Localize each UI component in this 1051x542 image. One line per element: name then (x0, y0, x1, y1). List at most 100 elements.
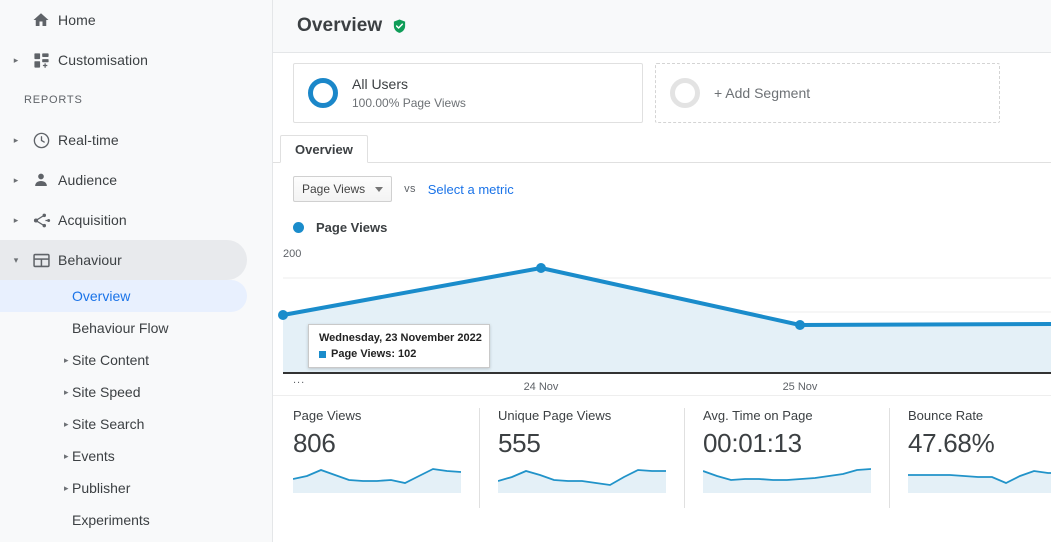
sidebar-item-behaviour-overview[interactable]: Overview (0, 280, 247, 312)
metric-card-title: Avg. Time on Page (703, 408, 813, 423)
primary-metric-value: Page Views (302, 182, 366, 196)
select-a-metric-link[interactable]: Select a metric (428, 182, 514, 197)
customisation-icon (24, 52, 58, 69)
sparkline-page-views (293, 468, 461, 493)
sidebar-item-customisation[interactable]: ▸ Customisation (0, 40, 247, 80)
segment-ring-icon (308, 78, 338, 108)
segment-subtitle: 100.00% Page Views (352, 95, 466, 110)
metric-selector-row: Page Views vs Select a metric (273, 176, 1051, 202)
sidebar-subitem-label: Events (72, 448, 115, 464)
chart-canvas[interactable]: 200 100 24 Nov 25 Nov (273, 244, 1051, 396)
sidebar-item-label: Audience (58, 172, 118, 188)
tab-strip: Overview (273, 134, 1051, 163)
sparkline-avg-time-on-page (703, 468, 871, 493)
legend-label: Page Views (316, 219, 388, 235)
metric-card-title: Page Views (293, 408, 362, 423)
clock-icon (24, 131, 58, 150)
metric-card-title: Unique Page Views (498, 408, 612, 423)
y-tick-200: 200 (283, 248, 301, 260)
sidebar-item-site-speed[interactable]: ▸ Site Speed (0, 376, 247, 408)
chevron-right-icon[interactable]: ▸ (64, 483, 69, 493)
chevron-right-icon[interactable]: ▸ (64, 387, 69, 397)
sidebar-section-reports: REPORTS (24, 94, 83, 106)
main-content: Overview All Users 100.00% Page Views + … (273, 0, 1051, 542)
sparkline-unique-page-views (498, 469, 666, 493)
sidebar-item-experiments[interactable]: Experiments (0, 504, 247, 536)
metric-card-title: Bounce Rate (908, 408, 984, 423)
analytics-app: ▸ Home ▸ Customisation REPORTS (0, 0, 1051, 542)
chart-point[interactable] (278, 310, 288, 320)
chevron-down-icon[interactable]: ▾ (8, 255, 24, 265)
sidebar-subitem-label: Overview (72, 288, 131, 304)
behaviour-icon (24, 251, 58, 270)
tooltip-series-value: Page Views: 102 (331, 348, 417, 360)
metric-card-value: 47.68% (908, 428, 995, 458)
segment-text: All Users 100.00% Page Views (352, 76, 466, 111)
sidebar-item-behaviour[interactable]: ▾ Behaviour (0, 240, 247, 280)
metric-card-value: 00:01:13 (703, 428, 802, 458)
main-chart[interactable]: 200 100 24 Nov 25 Nov ... Wednesday, 23 … (273, 244, 1051, 396)
chevron-down-icon (375, 186, 384, 192)
chart-point[interactable] (795, 320, 805, 330)
chevron-right-icon[interactable]: ▸ (64, 355, 69, 365)
tooltip-date: Wednesday, 23 November 2022 (319, 332, 482, 344)
x-tick-25-nov: 25 Nov (783, 381, 818, 393)
person-icon (24, 171, 58, 189)
metric-cards-row: Page Views 806 Unique Page Views 555 Avg… (273, 408, 1051, 508)
metric-card-page-views[interactable]: Page Views 806 (293, 408, 479, 508)
tab-label: Overview (295, 141, 353, 157)
sidebar-item-acquisition[interactable]: ▸ Acquisition (0, 200, 247, 240)
sidebar-item-real-time[interactable]: ▸ Real-time (0, 120, 247, 160)
chevron-right-icon[interactable]: ▸ (8, 175, 24, 185)
sidebar-item-site-search[interactable]: ▸ Site Search (0, 408, 247, 440)
sidebar-item-label: Real-time (58, 132, 119, 148)
sidebar-subitem-label: Publisher (72, 480, 131, 496)
primary-metric-dropdown[interactable]: Page Views (293, 176, 393, 202)
sidebar-item-home[interactable]: ▸ Home (0, 0, 247, 40)
x-tick-24-nov: 24 Nov (524, 381, 559, 393)
chevron-right-icon[interactable]: ▸ (8, 135, 24, 145)
sidebar-item-publisher[interactable]: ▸ Publisher (0, 472, 247, 504)
metric-card-value: 806 (293, 428, 336, 458)
sidebar-item-behaviour-flow[interactable]: Behaviour Flow (0, 312, 247, 344)
metric-card-value: 555 (498, 428, 541, 458)
metric-card-bounce-rate[interactable]: Bounce Rate 47.68% (889, 408, 1051, 508)
segment-ring-placeholder-icon (670, 78, 700, 108)
add-segment-button[interactable]: + Add Segment (655, 63, 1000, 123)
sidebar-item-audience[interactable]: ▸ Audience (0, 160, 247, 200)
sidebar-item-events[interactable]: ▸ Events (0, 440, 247, 472)
metric-card-unique-page-views[interactable]: Unique Page Views 555 (479, 408, 684, 508)
sidebar-subitem-label: Behaviour Flow (72, 320, 169, 336)
x-axis-truncated-label: ... (293, 374, 306, 386)
home-icon (24, 11, 58, 29)
page-header: Overview (273, 0, 1051, 53)
tab-overview[interactable]: Overview (280, 135, 368, 163)
vs-label: vs (404, 183, 416, 195)
chevron-right-icon[interactable]: ▸ (64, 451, 69, 461)
chart-point[interactable] (536, 263, 546, 273)
segment-all-users[interactable]: All Users 100.00% Page Views (293, 63, 643, 123)
chart-legend: Page Views (273, 218, 1051, 236)
sidebar-subitem-label: Experiments (72, 512, 150, 528)
tooltip-series-row: Page Views: 102 (319, 348, 479, 360)
chevron-right-icon[interactable]: ▸ (8, 55, 24, 65)
sidebar-item-label: Acquisition (58, 212, 127, 228)
sidebar-item-label: Home (58, 12, 96, 28)
sidebar-item-site-content[interactable]: ▸ Site Content (0, 344, 247, 376)
chevron-right-icon[interactable]: ▸ (8, 215, 24, 225)
chevron-right-icon[interactable]: ▸ (64, 419, 69, 429)
metric-card-avg-time-on-page[interactable]: Avg. Time on Page 00:01:13 (684, 408, 889, 508)
series-dot-icon (293, 221, 304, 233)
sidebar-item-label: Customisation (58, 52, 149, 68)
sparkline-bounce-rate (908, 470, 1051, 493)
series-swatch-icon (319, 350, 326, 358)
page-title: Overview (297, 15, 383, 36)
left-sidebar: ▸ Home ▸ Customisation REPORTS (0, 0, 273, 542)
chart-tooltip: Wednesday, 23 November 2022 Page Views: … (308, 324, 490, 368)
sidebar-item-label: Behaviour (58, 252, 122, 268)
green-shield-check-icon (392, 18, 407, 34)
add-segment-label: + Add Segment (714, 85, 811, 101)
segment-bar: All Users 100.00% Page Views + Add Segme… (273, 53, 1051, 123)
acquisition-icon (24, 211, 58, 230)
segment-title: All Users (352, 75, 409, 92)
